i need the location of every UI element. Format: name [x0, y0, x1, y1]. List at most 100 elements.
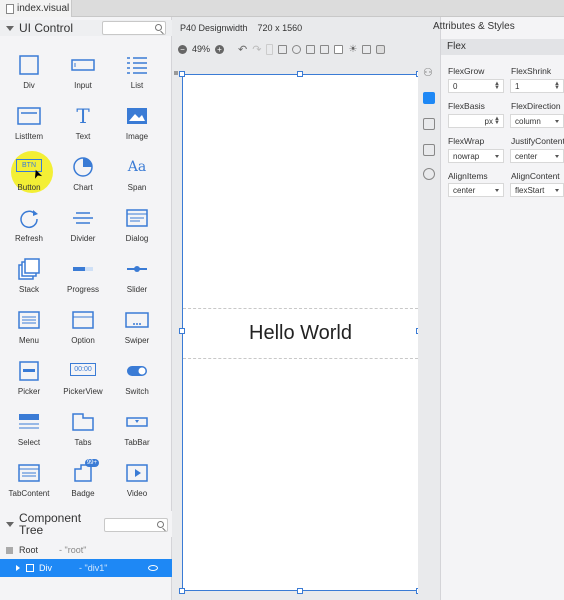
badge-count: 99+	[84, 459, 99, 467]
resize-handle[interactable]	[297, 71, 303, 77]
align-items-label: AlignItems	[448, 171, 488, 181]
resize-handle[interactable]	[179, 328, 185, 334]
settings-icon[interactable]	[423, 168, 435, 180]
component-input[interactable]: Input	[58, 49, 108, 97]
align-content-select[interactable]: flexStart	[510, 183, 564, 197]
component-switch[interactable]: Switch	[112, 355, 162, 403]
component-tabbar[interactable]: TabBar	[112, 406, 162, 454]
select-icon	[17, 410, 41, 434]
tree-row-id: - "div1"	[79, 563, 108, 573]
attributes-icon[interactable]: ⚇	[423, 66, 435, 79]
corner-marker	[174, 71, 178, 75]
text-icon: T	[76, 104, 90, 128]
style-icon[interactable]	[423, 118, 435, 130]
zoom-level: 49%	[192, 44, 211, 54]
flex-basis-unit[interactable]: px	[485, 117, 493, 126]
tree-row-label: Root	[19, 545, 39, 555]
tablet-icon[interactable]	[278, 44, 288, 54]
resize-handle[interactable]	[297, 588, 303, 594]
flex-shrink-input[interactable]: 1 ▲ ▼	[510, 79, 564, 93]
flex-basis-input[interactable]: px ▲ ▼	[448, 114, 504, 128]
tree-row-div[interactable]: Div - "div1"	[0, 559, 172, 577]
undo-icon[interactable]: ↶	[238, 43, 247, 56]
component-option[interactable]: Option	[58, 304, 108, 352]
component-div[interactable]: Div	[4, 49, 54, 97]
component-label: Image	[125, 132, 149, 141]
component-pickerview[interactable]: 00:00 PickerView	[58, 355, 108, 403]
component-swiper[interactable]: Swiper	[112, 304, 162, 352]
theme-light-icon[interactable]: ☀	[348, 44, 357, 55]
ui-control-title: UI Control	[19, 21, 74, 35]
tv-icon[interactable]	[306, 44, 316, 54]
flex-direction-value: column	[515, 116, 541, 126]
device-name[interactable]: P40 Designwidth	[180, 23, 248, 33]
spinner-icon[interactable]: ▲ ▼	[554, 81, 560, 91]
flex-grow-input[interactable]: 0 ▲ ▼	[448, 79, 504, 93]
component-cube-icon[interactable]	[376, 44, 386, 54]
component-label: Stack	[18, 285, 39, 294]
collapse-triangle-icon[interactable]	[6, 25, 14, 31]
component-refresh[interactable]: Refresh	[4, 202, 54, 250]
resize-handle[interactable]	[179, 71, 185, 77]
component-slider[interactable]: Slider	[112, 253, 162, 301]
frame-icon[interactable]	[334, 44, 344, 54]
hello-world-text[interactable]: Hello World	[183, 308, 418, 359]
input-icon	[71, 53, 95, 77]
swiper-icon	[125, 308, 149, 332]
tab-title: index.visual	[17, 3, 70, 14]
component-label: Slider	[126, 285, 148, 294]
flex-wrap-select[interactable]: nowrap	[448, 149, 504, 163]
device-resolution: 720 x 1560	[257, 23, 303, 33]
flex-layout-icon[interactable]	[423, 92, 435, 104]
watch-icon[interactable]	[292, 44, 302, 54]
expand-arrow-icon[interactable]	[16, 565, 20, 571]
component-tabs[interactable]: Tabs	[58, 406, 108, 454]
zoom-in-icon[interactable]: +	[215, 44, 225, 54]
align-items-value: center	[453, 185, 476, 195]
tabs-icon	[71, 410, 95, 434]
component-list[interactable]: List	[112, 49, 162, 97]
component-image[interactable]: Image	[112, 100, 162, 148]
component-select[interactable]: Select	[4, 406, 54, 454]
component-span[interactable]: Aa Span	[112, 151, 162, 199]
flex-section-header[interactable]: Flex	[441, 39, 564, 55]
collapse-triangle-icon[interactable]	[6, 521, 14, 527]
component-progress[interactable]: Progress	[58, 253, 108, 301]
component-dialog[interactable]: Dialog	[112, 202, 162, 250]
component-stack[interactable]: Stack	[4, 253, 54, 301]
chart-icon	[71, 155, 95, 179]
tabbar-icon	[125, 410, 149, 434]
tab-index-visual[interactable]: index.visual	[0, 0, 72, 17]
justify-content-select[interactable]: center	[510, 149, 564, 163]
component-text[interactable]: T Text	[58, 100, 108, 148]
visibility-eye-icon[interactable]	[148, 565, 158, 571]
component-label: ListItem	[14, 132, 43, 141]
flex-direction-label: FlexDirection	[511, 101, 561, 111]
copy-icon[interactable]	[320, 44, 330, 54]
flex-direction-select[interactable]: column	[510, 114, 564, 128]
spinner-icon[interactable]: ▲ ▼	[494, 116, 500, 126]
left-panel: UI Control Div Input List ListItem T Text Imag…	[0, 17, 172, 600]
component-menu[interactable]: Menu	[4, 304, 54, 352]
phone-icon[interactable]	[266, 43, 274, 55]
preview-icon[interactable]	[362, 44, 372, 54]
component-listitem[interactable]: ListItem	[4, 100, 54, 148]
component-divider[interactable]: Divider	[58, 202, 108, 250]
resize-handle[interactable]	[179, 588, 185, 594]
component-video[interactable]: Video	[112, 457, 162, 505]
box-model-icon[interactable]	[423, 144, 435, 156]
redo-icon[interactable]: ↷	[252, 43, 261, 56]
ui-control-search-input[interactable]	[102, 21, 166, 35]
component-chart[interactable]: Chart	[58, 151, 108, 199]
device-page[interactable]: Hello World	[182, 74, 419, 591]
component-tree-search-input[interactable]	[104, 518, 168, 532]
component-label: Option	[71, 336, 95, 345]
component-badge[interactable]: 99+ Badge	[58, 457, 108, 505]
tree-row-root[interactable]: Root - "root"	[0, 541, 172, 559]
zoom-out-icon[interactable]: −	[178, 44, 187, 54]
component-picker[interactable]: Picker	[4, 355, 54, 403]
switch-icon	[125, 359, 149, 383]
component-tabcontent[interactable]: TabContent	[4, 457, 54, 505]
spinner-icon[interactable]: ▲ ▼	[494, 81, 500, 91]
align-items-select[interactable]: center	[448, 183, 504, 197]
